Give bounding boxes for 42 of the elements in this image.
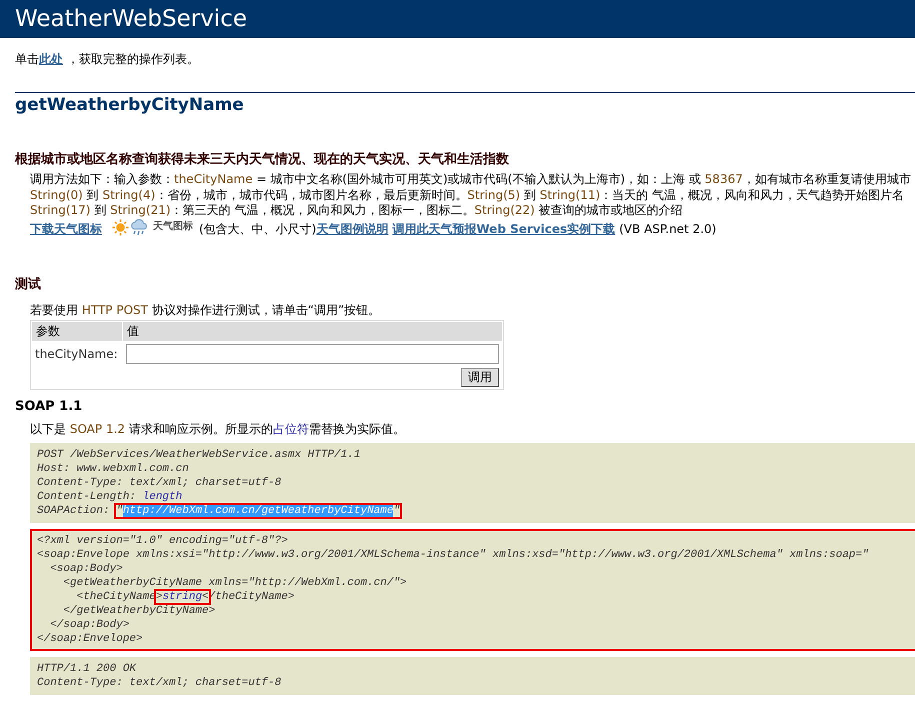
sun-icon bbox=[112, 218, 129, 236]
code-line: <theCityName bbox=[76, 591, 156, 603]
description-text: String(17) 到 String(21)：第三天的 气温，概况，风向和风力，图标一，图标二。String(22) 被查询的城市或地区的介绍 bbox=[30, 203, 684, 218]
code-line: </soap:Envelope> bbox=[37, 632, 144, 646]
page-title: WeatherWebService bbox=[15, 6, 247, 32]
operation-title: getWeatherbyCityName bbox=[15, 94, 245, 117]
section-heading: SOAP 1.1 bbox=[15, 399, 84, 414]
invoke-button[interactable]: 调用 bbox=[461, 368, 499, 387]
code-line: </getWeatherbyCityName> bbox=[62, 604, 216, 618]
operation-summary: 根据城市或地区名称查询获得未来三天内天气情况、现在的天气实况、天气和生活指数 bbox=[15, 150, 510, 168]
link[interactable]: 此处 bbox=[39, 52, 63, 66]
code-line: Content-Length: length bbox=[37, 490, 184, 504]
instruction-text: 若要使用 HTTP POST 协议对操作进行测试，请单击“调用”按钮。 bbox=[30, 302, 382, 319]
code-line: <?xml version="1.0" encoding="utf-8"?> bbox=[37, 534, 289, 548]
code-line: Host: www.webxml.com.cn bbox=[37, 462, 190, 476]
link[interactable]: 调用此天气预报Web Services实例下载 bbox=[392, 222, 616, 236]
section-heading: 测试 bbox=[15, 276, 42, 293]
link[interactable]: 天气图例说明 bbox=[316, 222, 388, 236]
instruction-text: 以下是 SOAP 1.2 请求和响应示例。所显示的占位符需替换为实际值。 bbox=[30, 421, 406, 438]
link[interactable]: 下载天气图标 bbox=[30, 222, 102, 236]
intro-text: 单击 bbox=[15, 52, 39, 66]
code-line: Content-Type: text/xml; charset=utf-8 bbox=[37, 676, 282, 690]
code-line: SOAPAction: bbox=[37, 505, 111, 517]
icon-caption: 天气图标 bbox=[153, 220, 193, 234]
cloud-rain-icon bbox=[130, 218, 149, 236]
description-text: (包含大、中、小尺寸) bbox=[199, 222, 316, 236]
column-header: 值 bbox=[123, 322, 502, 341]
description-text: String(0) 到 String(4)：省份，城市，城市代码，城市图片名称，最后更新时间。String(5) 到 String(11)：当天的 气温，概况，风向和风力，天气趋势开始图片名 bbox=[30, 188, 905, 203]
highlight-box: >string< bbox=[156, 591, 209, 603]
description-text: (VB ASP.net 2.0) bbox=[619, 222, 716, 236]
column-header: 参数 bbox=[32, 322, 122, 341]
parameter-label: theCityName: bbox=[35, 347, 118, 361]
code-line: </soap:Body> bbox=[49, 618, 130, 632]
code-line: Content-Type: text/xml; charset=utf-8 bbox=[37, 476, 282, 490]
code-line: HTTP/1.1 200 OK bbox=[37, 662, 138, 676]
input-field[interactable] bbox=[126, 344, 499, 364]
code-line: <soap:Envelope xmlns:xsi="http://www.w3.org/2001/XMLSchema-instance" xmlns:xsd="http://www.w3.org/2001/XMLSchema" xmlns:soap=" bbox=[37, 548, 870, 562]
code-line: <soap:Body> bbox=[49, 562, 124, 576]
code-line: <getWeatherbyCityName xmlns="http://WebXml.com.cn/"> bbox=[62, 576, 408, 590]
intro-text: ，获取完整的操作列表。 bbox=[67, 52, 199, 66]
code-line: POST /WebServices/WeatherWebService.asmx HTTP/1.1 bbox=[37, 448, 362, 462]
description-text: 调用方法如下：输入参数：theCityName = 城市中文名称(国外城市可用英文)或城市代码(不输入默认为上海市)，如：上海 或 58367，如有城市名称重复请使用城市 bbox=[30, 172, 912, 188]
